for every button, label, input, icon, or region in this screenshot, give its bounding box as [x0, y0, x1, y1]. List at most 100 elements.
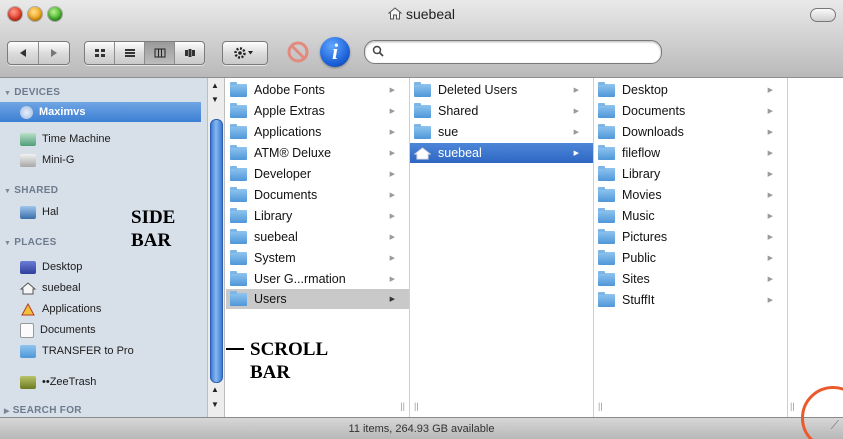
folder-icon	[598, 249, 615, 265]
home-icon	[414, 146, 431, 159]
chevron-right-icon: ▶	[573, 108, 579, 115]
finder-window: suebeal i ▼ DEVICES Maximvs Time Machine…	[0, 0, 843, 439]
list-item[interactable]: Sites ▶	[598, 269, 787, 289]
scroll-up-arrow-icon[interactable]: ▲	[211, 81, 219, 90]
browser-column-2: Deleted Users ▶ Shared ▶ sue ▶ suebeal ▶ ||	[410, 78, 594, 417]
icon-view-icon	[94, 49, 105, 57]
sidebar-header-places[interactable]: ▼ PLACES	[4, 237, 57, 248]
sidebar-item-documents[interactable]: Documents	[20, 320, 200, 340]
scroll-down-arrow-icon[interactable]: ▼	[211, 95, 219, 104]
list-item[interactable]: Documents ▶	[230, 185, 409, 205]
no-entry-icon[interactable]	[286, 40, 310, 64]
column-resize-handle[interactable]: ||	[598, 401, 603, 411]
column-resize-handle[interactable]: ||	[790, 401, 795, 411]
scroll-down-arrow-icon[interactable]: ▼	[211, 400, 219, 409]
sidebar-header-shared[interactable]: ▼ SHARED	[4, 185, 58, 196]
list-item[interactable]: Music ▶	[598, 206, 787, 226]
folder-icon	[598, 123, 615, 139]
folder-icon	[414, 102, 431, 118]
chevron-right-icon: ▶	[389, 87, 395, 94]
list-item[interactable]: Movies ▶	[598, 185, 787, 205]
sidebar-item-desktop[interactable]: Desktop	[20, 257, 200, 277]
list-item[interactable]: Apple Extras ▶	[230, 101, 409, 121]
chevron-right-icon: ▶	[767, 150, 773, 157]
window-title-text: suebeal	[405, 6, 456, 22]
browser-column-4: ||	[788, 78, 843, 417]
window-title: suebeal	[0, 6, 843, 22]
list-view-button[interactable]	[115, 42, 145, 64]
folder-icon	[598, 165, 615, 181]
folder-icon	[414, 81, 431, 97]
sidebar-header-search-for[interactable]: ▶ SEARCH FOR	[4, 405, 82, 416]
folder-icon	[230, 186, 247, 202]
sidebar-item-time-machine[interactable]: Time Machine	[20, 129, 200, 149]
column-resize-handle[interactable]: ||	[400, 401, 405, 411]
chevron-right-icon: ▶	[573, 87, 579, 94]
sidebar-item-zeetrash[interactable]: ••ZeeTrash	[20, 372, 200, 392]
sidebar-item-mini-g[interactable]: Mini-G	[20, 150, 200, 170]
list-view-icon	[124, 49, 135, 57]
list-item[interactable]: Library ▶	[598, 164, 787, 184]
list-item[interactable]: Applications ▶	[230, 122, 409, 142]
applications-icon	[21, 302, 35, 315]
list-item[interactable]: Pictures ▶	[598, 227, 787, 247]
list-item-selected[interactable]: suebeal ▶	[410, 143, 593, 163]
sidebar-item-suebeal[interactable]: suebeal	[20, 278, 200, 298]
folder-icon	[230, 123, 247, 139]
info-button[interactable]: i	[320, 37, 350, 67]
annotation-pointer-line	[226, 348, 244, 350]
sidebar-item-maximvs[interactable]: Maximvs	[0, 102, 201, 122]
list-item[interactable]: System ▶	[230, 248, 409, 268]
list-item[interactable]: Desktop ▶	[598, 80, 787, 100]
scroll-up-arrow-icon[interactable]: ▲	[211, 385, 219, 394]
list-item[interactable]: ATM® Deluxe ▶	[230, 143, 409, 163]
folder-icon	[598, 291, 615, 307]
action-menu-button[interactable]	[222, 41, 268, 65]
toolbar-toggle-button[interactable]	[810, 8, 836, 22]
column-resize-handle[interactable]: ||	[414, 401, 419, 411]
list-item[interactable]: fileflow ▶	[598, 143, 787, 163]
folder-icon	[598, 186, 615, 202]
list-item[interactable]: StuffIt ▶	[598, 290, 787, 310]
list-item[interactable]: Documents ▶	[598, 101, 787, 121]
column-view-button[interactable]	[145, 42, 175, 64]
coverflow-view-button[interactable]	[175, 42, 204, 64]
list-item[interactable]: Adobe Fonts ▶	[230, 80, 409, 100]
folder-icon	[20, 344, 36, 358]
list-item[interactable]: User G...rmation ▶	[230, 269, 409, 289]
list-item[interactable]: Developer ▶	[230, 164, 409, 184]
home-icon	[20, 281, 36, 294]
sidebar-scrollbar[interactable]: ▲ ▼ ▲ ▼	[207, 78, 225, 417]
list-item[interactable]: suebeal ▶	[230, 227, 409, 247]
back-forward-control	[7, 41, 70, 65]
list-item[interactable]: Deleted Users ▶	[414, 80, 593, 100]
disclosure-triangle-icon: ▼	[4, 188, 12, 195]
list-item[interactable]: Downloads ▶	[598, 122, 787, 142]
forward-button[interactable]	[39, 42, 69, 64]
folder-icon	[598, 270, 615, 286]
chevron-right-icon: ▶	[389, 276, 395, 283]
folder-icon	[230, 290, 247, 306]
folder-icon	[598, 228, 615, 244]
chevron-right-icon: ▶	[767, 213, 773, 220]
scrollbar-thumb[interactable]	[210, 119, 223, 383]
document-icon	[20, 322, 34, 338]
disclosure-triangle-icon: ▼	[4, 240, 12, 247]
chevron-right-icon: ▶	[767, 129, 773, 136]
sidebar-header-devices[interactable]: ▼ DEVICES	[4, 87, 60, 98]
list-item[interactable]: sue ▶	[414, 122, 593, 142]
sidebar: ▼ DEVICES Maximvs Time Machine Mini-G ▼ SH…	[0, 78, 208, 417]
sidebar-item-transfer-to-pro[interactable]: TRANSFER to Pro	[20, 341, 200, 361]
chevron-right-icon: ▶	[767, 192, 773, 199]
icon-view-button[interactable]	[85, 42, 115, 64]
annotation-sidebar: SIDE BAR	[131, 207, 176, 251]
list-item[interactable]: Library ▶	[230, 206, 409, 226]
list-item-selected[interactable]: Users ▶	[226, 289, 409, 309]
folder-icon	[598, 81, 615, 97]
back-arrow-icon	[20, 49, 26, 57]
list-item[interactable]: Public ▶	[598, 248, 787, 268]
back-button[interactable]	[8, 42, 39, 64]
list-item[interactable]: Shared ▶	[414, 101, 593, 121]
sidebar-item-applications[interactable]: Applications	[20, 299, 200, 319]
search-field[interactable]	[364, 40, 662, 64]
